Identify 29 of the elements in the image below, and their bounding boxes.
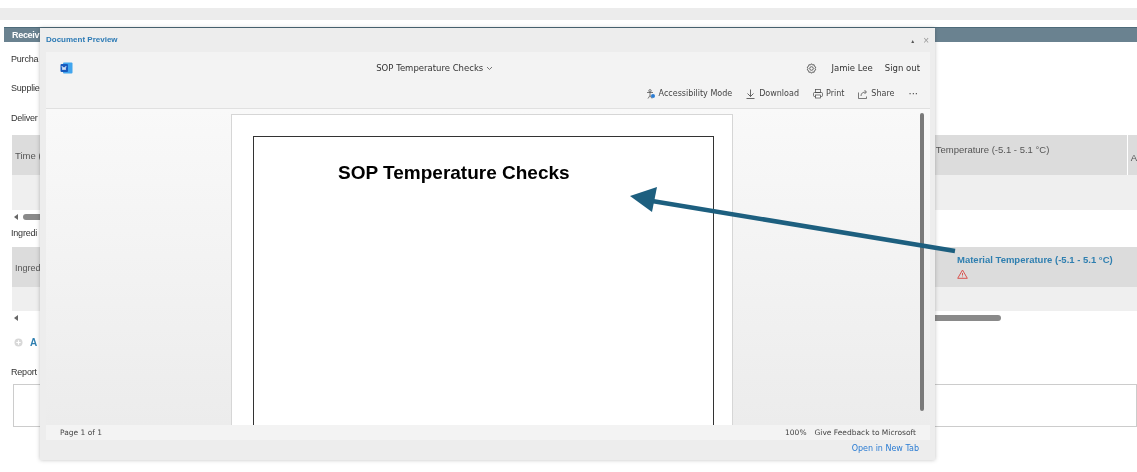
- more-button[interactable]: ···: [908, 86, 920, 101]
- add-icon[interactable]: [14, 338, 23, 347]
- document-heading: SOP Temperature Checks: [338, 161, 570, 185]
- field-label: Supplie: [10, 81, 40, 95]
- share-icon: [858, 88, 869, 99]
- vertical-scrollbar[interactable]: [920, 113, 924, 411]
- print-button[interactable]: Print: [812, 87, 845, 100]
- document-title-menu[interactable]: SOP Temperature Checks: [376, 61, 494, 75]
- accessibility-icon: [645, 88, 656, 99]
- download-icon: [746, 88, 757, 99]
- printer-icon: [812, 88, 823, 99]
- add-link[interactable]: A: [30, 335, 38, 350]
- column-header: A: [1127, 134, 1137, 175]
- field-label: Purcha: [10, 53, 39, 66]
- open-in-new-tab-link[interactable]: Open in New Tab: [851, 443, 919, 455]
- column-header: Ingred: [15, 262, 41, 275]
- section-label: Report: [10, 366, 38, 379]
- user-name: Jamie Lee: [831, 61, 873, 75]
- section-label: Deliver: [10, 112, 39, 125]
- download-button[interactable]: Download: [746, 87, 799, 100]
- accessibility-button[interactable]: Accessibility Mode: [645, 87, 733, 100]
- section-label: Ingredi: [10, 226, 39, 240]
- document-app-icon: [60, 62, 73, 74]
- sign-out-link[interactable]: Sign out: [884, 61, 920, 75]
- settings-icon[interactable]: [806, 62, 818, 74]
- chevron-down-icon: [486, 65, 494, 71]
- warning-icon: [957, 269, 968, 280]
- column-header: Temperature (-5.1 - 5.1 °C): [934, 134, 1128, 175]
- share-button[interactable]: Share: [858, 87, 895, 100]
